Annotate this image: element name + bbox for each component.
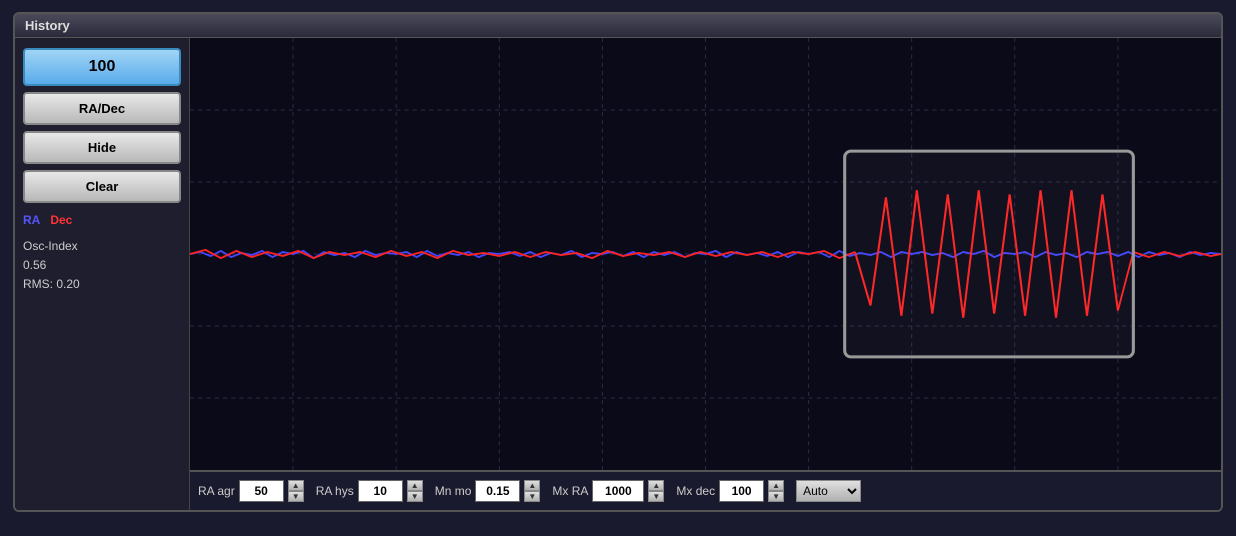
osc-index-value: 0.56	[23, 256, 181, 275]
ra-hys-input[interactable]	[358, 480, 403, 502]
mx-dec-up[interactable]: ▲	[768, 480, 784, 491]
mx-ra-input[interactable]	[592, 480, 644, 502]
highlight-rect	[845, 151, 1134, 357]
mn-mo-input[interactable]	[475, 480, 520, 502]
ra-hys-spinbox: ▲ ▼	[407, 480, 423, 502]
ra-dec-button[interactable]: RA/Dec	[23, 92, 181, 125]
clear-button[interactable]: Clear	[23, 170, 181, 203]
mn-mo-up[interactable]: ▲	[524, 480, 540, 491]
legend: RA Dec	[23, 213, 181, 227]
chart-area: RA agr ▲ ▼ RA hys ▲ ▼ Mn mo	[190, 38, 1221, 510]
window-title: History	[25, 18, 70, 33]
bottom-bar: RA agr ▲ ▼ RA hys ▲ ▼ Mn mo	[190, 470, 1221, 510]
mx-ra-spinbox: ▲ ▼	[648, 480, 664, 502]
ra-hys-down[interactable]: ▼	[407, 491, 423, 502]
mx-dec-down[interactable]: ▼	[768, 491, 784, 502]
mn-mo-down[interactable]: ▼	[524, 491, 540, 502]
osc-index-label: Osc-Index	[23, 237, 181, 256]
ra-agr-group: RA agr ▲ ▼	[198, 480, 304, 502]
title-bar: History	[15, 14, 1221, 38]
history-window: History 100 RA/Dec Hide Clear RA Dec Osc…	[13, 12, 1223, 512]
mn-mo-group: Mn mo ▲ ▼	[435, 480, 541, 502]
mx-ra-label: Mx RA	[552, 484, 588, 498]
auto-group: Auto Manual	[796, 480, 861, 502]
mx-dec-label: Mx dec	[676, 484, 715, 498]
chart-svg	[190, 38, 1221, 470]
hide-button[interactable]: Hide	[23, 131, 181, 164]
value-100-button[interactable]: 100	[23, 48, 181, 86]
ra-hys-up[interactable]: ▲	[407, 480, 423, 491]
legend-ra: RA	[23, 213, 40, 227]
auto-dropdown[interactable]: Auto Manual	[796, 480, 861, 502]
ra-agr-spinbox: ▲ ▼	[288, 480, 304, 502]
ra-agr-up[interactable]: ▲	[288, 480, 304, 491]
mx-dec-spinbox: ▲ ▼	[768, 480, 784, 502]
mx-dec-input[interactable]	[719, 480, 764, 502]
ra-agr-input[interactable]	[239, 480, 284, 502]
info-block: Osc-Index 0.56 RMS: 0.20	[23, 237, 181, 295]
mx-ra-down[interactable]: ▼	[648, 491, 664, 502]
main-content: 100 RA/Dec Hide Clear RA Dec Osc-Index 0…	[15, 38, 1221, 510]
mn-mo-spinbox: ▲ ▼	[524, 480, 540, 502]
mx-dec-group: Mx dec ▲ ▼	[676, 480, 784, 502]
sidebar: 100 RA/Dec Hide Clear RA Dec Osc-Index 0…	[15, 38, 190, 510]
legend-dec: Dec	[50, 213, 72, 227]
mn-mo-label: Mn mo	[435, 484, 472, 498]
rms-row: RMS: 0.20	[23, 275, 181, 294]
mx-ra-up[interactable]: ▲	[648, 480, 664, 491]
ra-agr-down[interactable]: ▼	[288, 491, 304, 502]
mx-ra-group: Mx RA ▲ ▼	[552, 480, 664, 502]
ra-hys-label: RA hys	[316, 484, 354, 498]
ra-agr-label: RA agr	[198, 484, 235, 498]
ra-hys-group: RA hys ▲ ▼	[316, 480, 423, 502]
